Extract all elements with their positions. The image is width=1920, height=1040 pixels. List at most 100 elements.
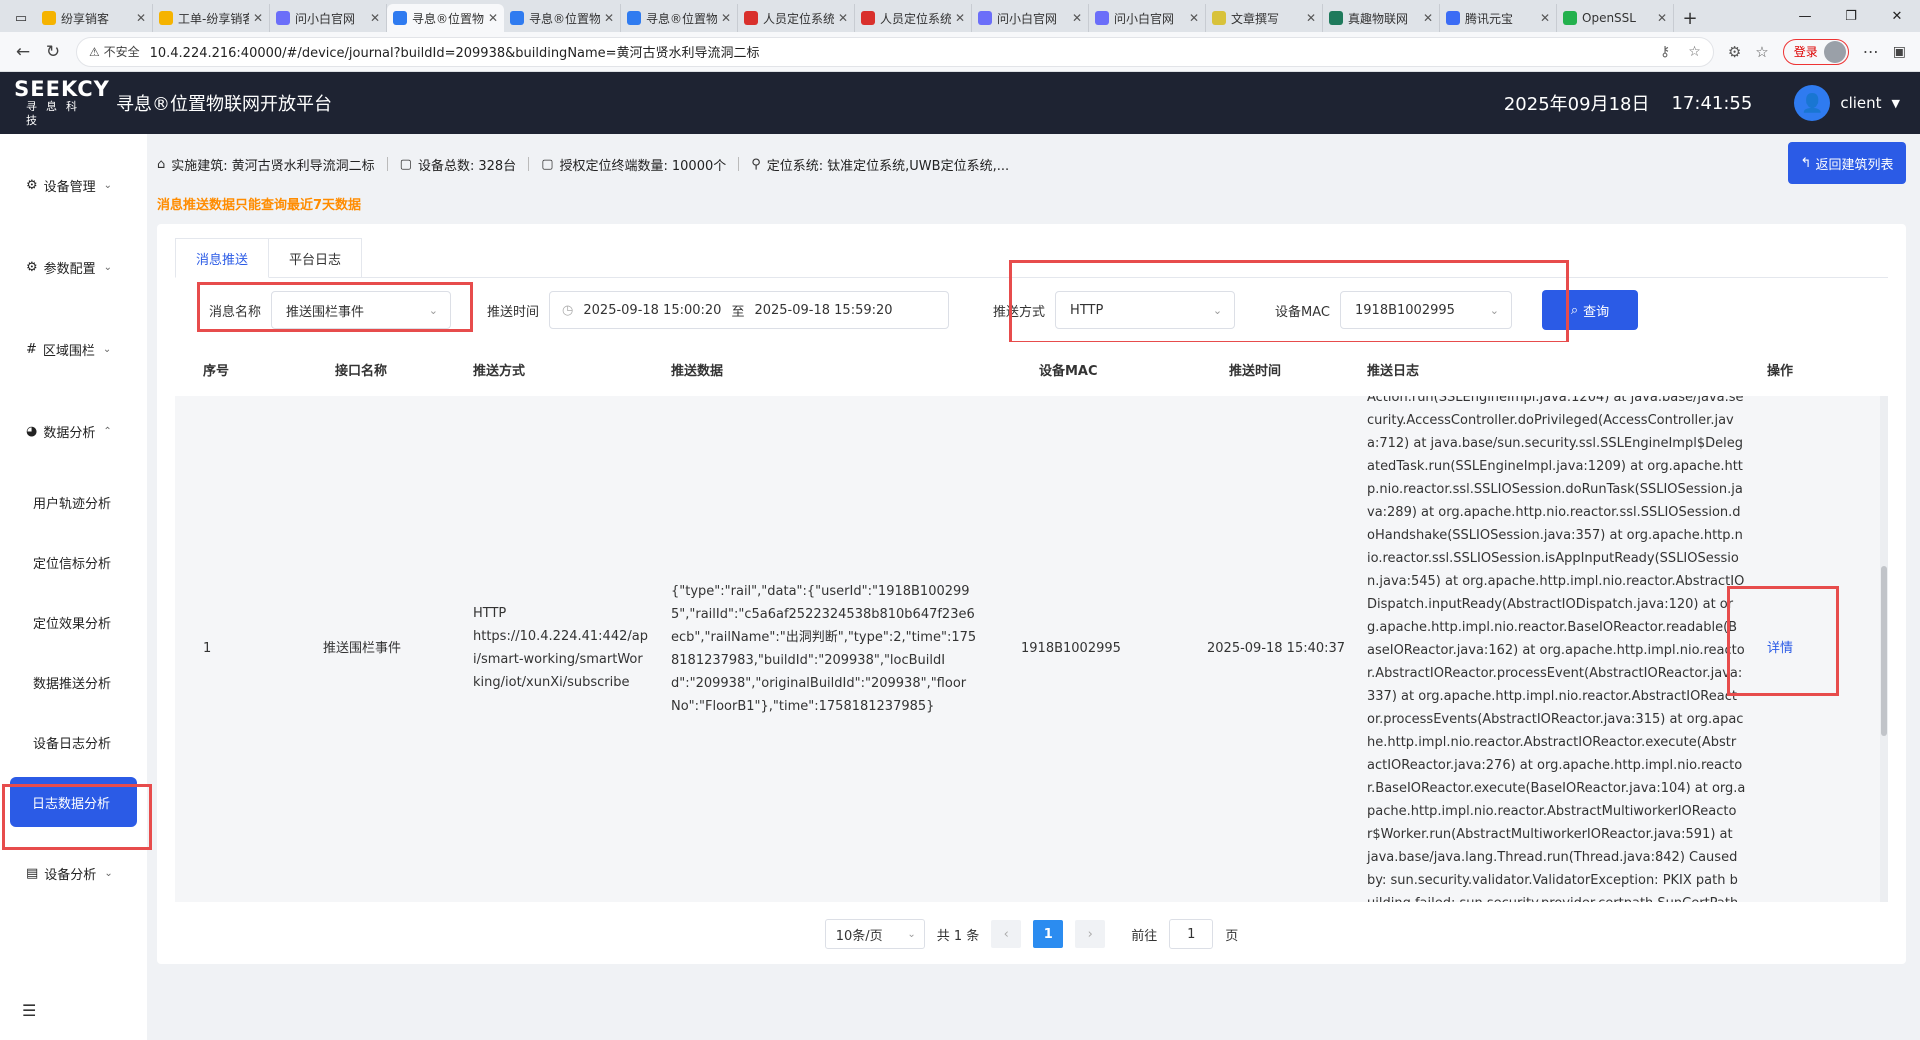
browser-tab[interactable]: 人员定位系统 ✕ xyxy=(738,4,855,32)
tab-label: 腾讯元宝 xyxy=(1465,11,1514,26)
reload-icon[interactable]: ↻ xyxy=(38,37,68,67)
tab-label: 问小白官网 xyxy=(997,11,1058,26)
settings-icon: ⚙ xyxy=(26,259,38,275)
sidebar-subitem-push[interactable]: 数据推送分析 xyxy=(0,652,147,712)
browser-tab[interactable]: 文章撰写 ✕ xyxy=(1206,4,1323,32)
bookmark-star-icon[interactable]: ☆ xyxy=(1688,44,1701,60)
sidebar-item-data-analysis[interactable]: ◕ 数据分析 ⌃ xyxy=(0,390,147,472)
back-button-label: 返回建筑列表 xyxy=(1815,157,1894,173)
close-tab-icon[interactable]: ✕ xyxy=(721,11,731,25)
close-tab-icon[interactable]: ✕ xyxy=(1306,11,1316,25)
url-field[interactable]: ⚠ 不安全 10.4.224.216:40000/#/device/journa… xyxy=(76,36,1714,67)
page-unit: 页 xyxy=(1225,928,1239,944)
tab-platform-log[interactable]: 平台日志 xyxy=(268,238,363,277)
next-page-button[interactable]: › xyxy=(1075,920,1106,948)
security-warning[interactable]: ⚠ 不安全 xyxy=(89,43,140,60)
browser-tab[interactable]: 人员定位系统 ✕ xyxy=(855,4,972,32)
browser-tab[interactable]: 腾讯元宝 ✕ xyxy=(1440,4,1557,32)
close-tab-icon[interactable]: ✕ xyxy=(370,11,380,25)
msg-name-select[interactable]: 推送围栏事件 ⌄ xyxy=(271,291,452,329)
tab-label: 寻息®位置物联 xyxy=(529,11,600,26)
license-icon: ▢ xyxy=(541,156,554,172)
collapse-menu-icon[interactable]: ☰ xyxy=(22,1001,36,1020)
login-button[interactable]: 登录 xyxy=(1782,38,1849,65)
page-number[interactable]: 1 xyxy=(1033,920,1064,948)
browser-tab[interactable]: 寻息®位置物联 ✕ xyxy=(387,4,504,32)
tab-actions-icon[interactable]: ▭ xyxy=(6,4,36,32)
cell-line: 5","railId":"c5a6af2522324538b810b647f23… xyxy=(671,607,975,622)
new-tab-button[interactable]: + xyxy=(1674,4,1706,32)
sidebar-subitem-log-data[interactable]: 日志数据分析 xyxy=(10,777,137,827)
back-to-building-list-button[interactable]: ↰ 返回建筑列表 xyxy=(1788,142,1906,184)
browser-tab[interactable]: 问小白官网 ✕ xyxy=(972,4,1089,32)
pie-chart-icon: ◕ xyxy=(26,423,38,439)
minimize-icon[interactable]: — xyxy=(1782,0,1828,32)
scrollbar-thumb[interactable] xyxy=(1881,566,1887,736)
security-label: 不安全 xyxy=(103,45,140,59)
close-tab-icon[interactable]: ✕ xyxy=(1540,11,1550,25)
tab-favicon-icon xyxy=(744,11,758,25)
browser-tab[interactable]: 问小白官网 ✕ xyxy=(270,4,387,32)
browser-tab[interactable]: 真趣物联网 ✕ xyxy=(1323,4,1440,32)
sidebar-subitem-device-log[interactable]: 设备日志分析 xyxy=(0,712,147,772)
user-name[interactable]: client xyxy=(1840,94,1881,112)
push-time-label: 推送时间 xyxy=(487,304,540,320)
more-menu-icon[interactable]: ⋯ xyxy=(1863,42,1879,61)
filter-bar: 消息名称 推送围栏事件 ⌄ 推送时间 ◷ 2025-09-18 15:00:20… xyxy=(175,260,1888,344)
system-label: 定位系统: xyxy=(766,158,824,174)
browser-tab[interactable]: 问小白官网 ✕ xyxy=(1089,4,1206,32)
favorites-icon[interactable]: ☆ xyxy=(1755,43,1768,61)
close-window-icon[interactable]: ✕ xyxy=(1874,0,1920,32)
mac-select[interactable]: 1918B1002995 ⌄ xyxy=(1340,291,1513,329)
sidebar-item-label: 设备分析 xyxy=(44,867,97,883)
user-avatar-icon[interactable]: 👤 xyxy=(1794,85,1831,121)
close-tab-icon[interactable]: ✕ xyxy=(1189,11,1199,25)
goto-page-input[interactable]: 1 xyxy=(1169,919,1214,949)
close-tab-icon[interactable]: ✕ xyxy=(955,11,965,25)
sidebar-toggle-icon[interactable]: ▣ xyxy=(1893,44,1906,60)
sidebar-item-param-config[interactable]: ⚙ 参数配置 ⌄ xyxy=(0,226,147,308)
sidebar-subitem-beacon[interactable]: 定位信标分析 xyxy=(0,532,147,592)
browser-tab[interactable]: 工单-纷享销客 ✕ xyxy=(153,4,270,32)
close-tab-icon[interactable]: ✕ xyxy=(253,11,263,25)
sidebar-item-device-analysis[interactable]: ▤ 设备分析 ⌄ xyxy=(0,832,147,914)
close-tab-icon[interactable]: ✕ xyxy=(1072,11,1082,25)
close-tab-icon[interactable]: ✕ xyxy=(136,11,146,25)
detail-link[interactable]: 详情 xyxy=(1767,637,1793,660)
browser-tab[interactable]: 寻息®位置物联 ✕ xyxy=(504,4,621,32)
push-time-range[interactable]: ◷ 2025-09-18 15:00:20 至 2025-09-18 15:59… xyxy=(549,291,950,329)
close-tab-icon[interactable]: ✕ xyxy=(604,11,614,25)
sidebar-subitem-effect[interactable]: 定位效果分析 xyxy=(0,592,147,652)
extensions-icon[interactable]: ⚙ xyxy=(1728,43,1741,61)
address-bar: ← ↻ ⚠ 不安全 10.4.224.216:40000/#/device/jo… xyxy=(0,32,1920,72)
close-tab-icon[interactable]: ✕ xyxy=(1657,11,1667,25)
user-menu-caret-icon[interactable]: ▼ xyxy=(1892,97,1900,110)
query-button[interactable]: ⌕ 查询 xyxy=(1542,290,1639,330)
cell-line: 8181237983,"buildId":"209938","locBuildI xyxy=(671,653,946,668)
browser-tab[interactable]: 寻息®位置物联 ✕ xyxy=(621,4,738,32)
close-tab-icon[interactable]: ✕ xyxy=(1423,11,1433,25)
prev-page-button[interactable]: ‹ xyxy=(991,920,1022,948)
back-icon[interactable]: ← xyxy=(8,37,38,67)
sidebar-item-device-mgmt[interactable]: ⚙ 设备管理 ⌄ xyxy=(0,144,147,226)
time-start[interactable]: 2025-09-18 15:00:20 xyxy=(583,303,721,318)
time-end[interactable]: 2025-09-18 15:59:20 xyxy=(754,303,892,318)
browser-tab[interactable]: 纷享销客 ✕ xyxy=(36,4,153,32)
browser-tab[interactable]: OpenSSL ✕ xyxy=(1557,4,1674,32)
key-icon[interactable]: ⚷ xyxy=(1660,44,1670,60)
sidebar-item-area-fence[interactable]: # 区域围栏 ⌄ xyxy=(0,308,147,390)
restore-icon[interactable]: ❐ xyxy=(1828,0,1874,32)
tab-favicon-icon xyxy=(393,11,407,25)
tab-message-push[interactable]: 消息推送 xyxy=(175,238,270,278)
push-mode-select[interactable]: HTTP ⌄ xyxy=(1055,291,1236,329)
table-scrollbar[interactable] xyxy=(1880,396,1888,902)
total-count: 共 1 条 xyxy=(936,928,980,944)
page-size-select[interactable]: 10条/页 ⌄ xyxy=(824,919,925,949)
cell-line: king/iot/xunXi/subscribe xyxy=(473,675,630,690)
login-label: 登录 xyxy=(1793,45,1818,59)
cell-line: g.apache.http.impl.nio.reactor.BaseIORea… xyxy=(1367,620,1738,635)
sidebar-subitem-user-track[interactable]: 用户轨迹分析 xyxy=(0,472,147,532)
close-tab-icon[interactable]: ✕ xyxy=(838,11,848,25)
cell-line: r.AbstractIOReactor.processEvent(Abstrac… xyxy=(1367,666,1743,681)
close-tab-icon[interactable]: ✕ xyxy=(488,11,498,25)
